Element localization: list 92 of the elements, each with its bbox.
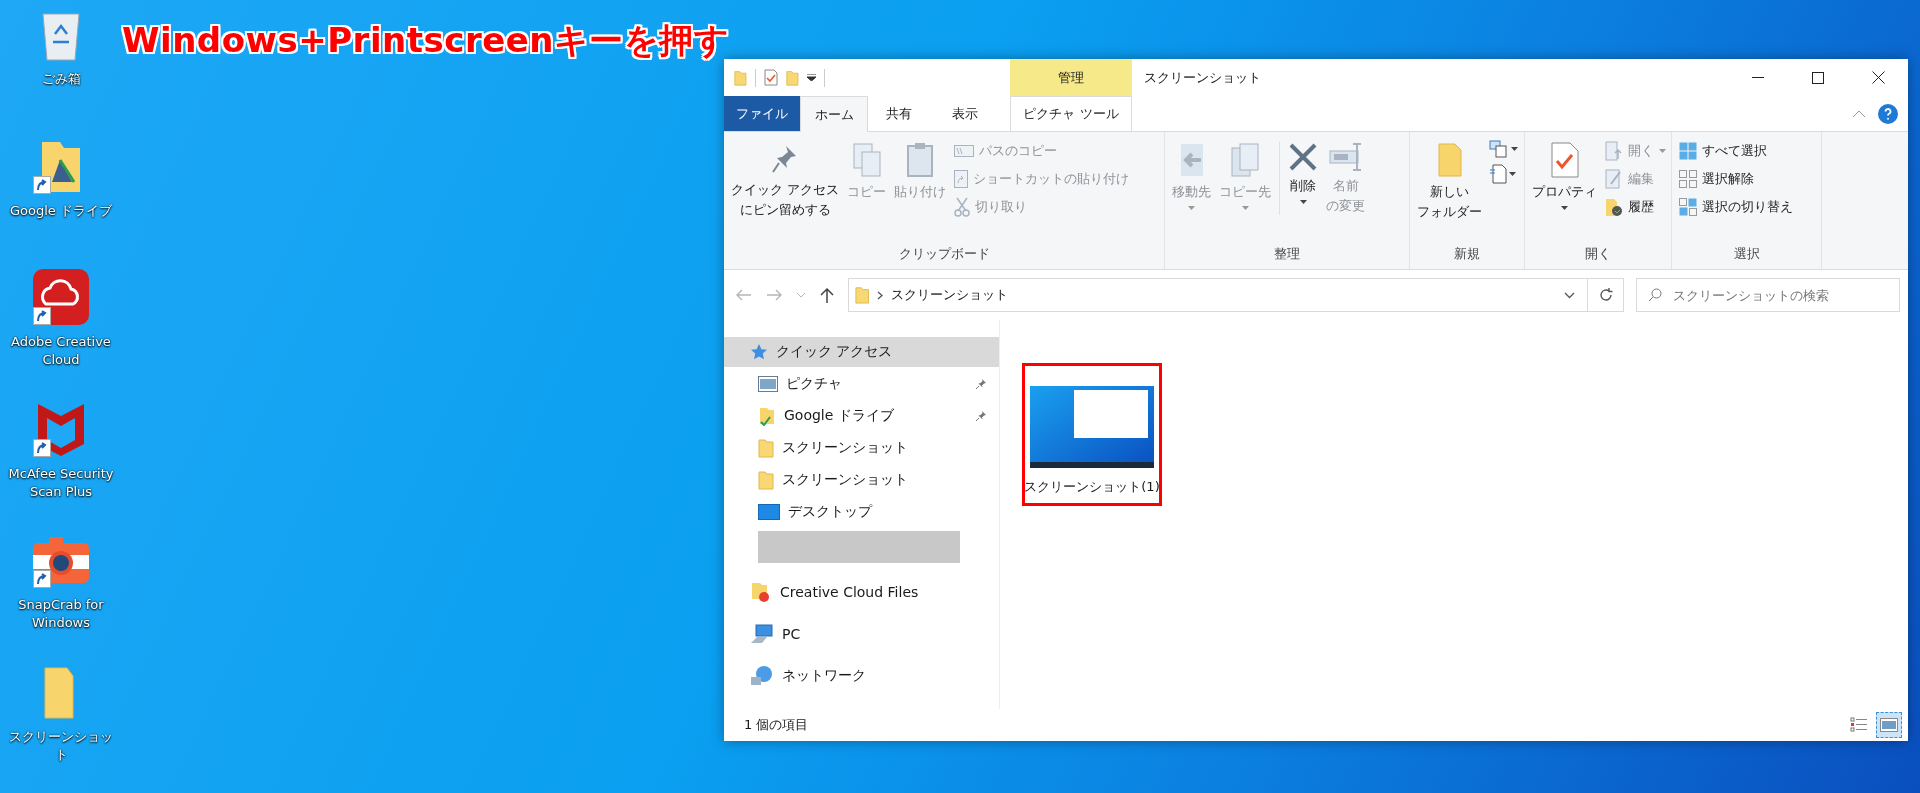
group-label: 開く	[1585, 245, 1611, 263]
help-icon[interactable]	[1878, 103, 1898, 124]
ribbon-button[interactable]: クイック アクセス にピン留めする	[728, 138, 843, 245]
document-icon	[1489, 164, 1507, 184]
folder-icon	[758, 406, 776, 426]
ribbon-button[interactable]: 削除	[1285, 138, 1321, 245]
nav-item[interactable]: PC	[724, 619, 999, 649]
minimize-icon	[1752, 76, 1764, 79]
desktop-icon	[758, 504, 780, 520]
star-icon	[750, 343, 768, 361]
ribbon-button[interactable]: プロパティ	[1529, 138, 1600, 245]
network-icon	[750, 665, 774, 687]
ribbon-icon-button[interactable]	[1487, 138, 1520, 160]
up-arrow-icon	[820, 287, 834, 303]
path-icon	[954, 145, 975, 157]
close-icon	[1871, 71, 1885, 84]
ribbon-tab[interactable]: ホーム	[800, 96, 868, 132]
ribbon-button[interactable]: 選択解除	[1676, 166, 1796, 192]
folder-icon	[1435, 142, 1464, 178]
checkmark-document-icon	[763, 69, 778, 86]
chevron-down-icon	[1564, 291, 1575, 299]
caret-icon	[806, 74, 816, 81]
ribbon-tab[interactable]: ピクチャ ツール	[1010, 96, 1132, 131]
refresh-button[interactable]	[1588, 278, 1624, 312]
nav-item[interactable]: ネットワーク	[724, 661, 999, 691]
ribbon-button[interactable]: すべて選択	[1676, 138, 1796, 164]
nav-item[interactable]: スクリーンショット	[724, 465, 999, 495]
scissors-icon	[954, 197, 971, 217]
clipboard-icon	[906, 142, 935, 178]
status-text: 1 個の項目	[744, 716, 810, 734]
caret-icon	[1188, 206, 1195, 210]
history-folder-icon	[1605, 197, 1623, 217]
context-tab-header: 管理	[1010, 59, 1132, 96]
search-field[interactable]: スクリーンショットの検索	[1636, 278, 1900, 312]
copy-icon	[851, 142, 882, 178]
details-view-icon	[1850, 716, 1868, 734]
group-label: クリップボード	[898, 245, 990, 263]
caret-icon	[1659, 149, 1666, 153]
checkmark-document-icon	[1549, 142, 1580, 178]
refresh-icon	[1598, 288, 1613, 302]
chevron-right-icon	[877, 290, 884, 300]
ribbon-button[interactable]: 選択の切り替え	[1676, 194, 1796, 220]
nav-item[interactable]: Google ドライブ	[724, 401, 999, 431]
caret-icon	[1241, 206, 1249, 210]
folder-icon	[758, 438, 774, 458]
window-title: スクリーンショット	[1143, 68, 1262, 87]
caret-icon	[1561, 206, 1568, 210]
nav-item[interactable]: スクリーンショット	[724, 433, 999, 463]
select-none-icon	[1679, 170, 1697, 188]
invert-selection-icon	[1679, 198, 1697, 216]
nav-item[interactable]: クイック アクセス	[724, 337, 999, 367]
ribbon-tab[interactable]: ファイル	[724, 96, 800, 131]
group-label: 整理	[1274, 245, 1300, 263]
folder-icon	[855, 286, 870, 304]
annotation-text: Windows+Printscreenキーを押す	[122, 22, 730, 58]
select-all-icon	[1679, 142, 1697, 160]
folder-icon	[785, 69, 799, 86]
view-button[interactable]	[1876, 712, 1902, 738]
caret-icon	[1509, 172, 1516, 176]
caret-icon	[1511, 147, 1518, 151]
shortcut-icon	[954, 170, 969, 188]
large-icons-view-icon	[1880, 718, 1898, 732]
chevron-down-icon	[796, 292, 806, 298]
back-arrow-icon	[736, 289, 752, 301]
picture-icon	[758, 376, 778, 392]
ribbon-button[interactable]: 新しい フォルダー	[1414, 138, 1485, 245]
search-icon	[1648, 288, 1662, 302]
pin-icon	[975, 410, 987, 422]
new-item-icon	[1489, 140, 1509, 158]
ribbon-button[interactable]: 履歴	[1602, 194, 1669, 220]
nav-item[interactable]: デスクトップ	[724, 497, 999, 527]
group-label: 新規	[1454, 245, 1480, 263]
folder-icon	[734, 69, 747, 86]
nav-item[interactable]: Creative Cloud Files	[724, 577, 999, 607]
forward-arrow-icon	[766, 289, 782, 301]
cloud-logo-icon	[32, 268, 90, 326]
cloud-folder-icon	[750, 581, 772, 603]
group-label: 選択	[1733, 245, 1760, 263]
address-bar[interactable]: スクリーンショット	[848, 278, 1588, 312]
computer-icon	[750, 624, 774, 644]
pin-icon	[975, 378, 987, 390]
folder-icon	[758, 470, 774, 490]
close-icon	[1288, 142, 1318, 172]
edit-icon	[1605, 169, 1623, 189]
open-document-icon	[1605, 141, 1623, 161]
maximize-icon	[1812, 71, 1824, 84]
highlight-frame[interactable]: スクリーンショット(1)	[1022, 363, 1162, 506]
rename-icon	[1327, 142, 1364, 172]
nav-item[interactable]: ピクチャ	[724, 369, 999, 399]
caret-icon	[1299, 200, 1307, 204]
copy-to-icon	[1230, 142, 1260, 178]
collapse-ribbon-icon[interactable]	[1852, 109, 1866, 118]
